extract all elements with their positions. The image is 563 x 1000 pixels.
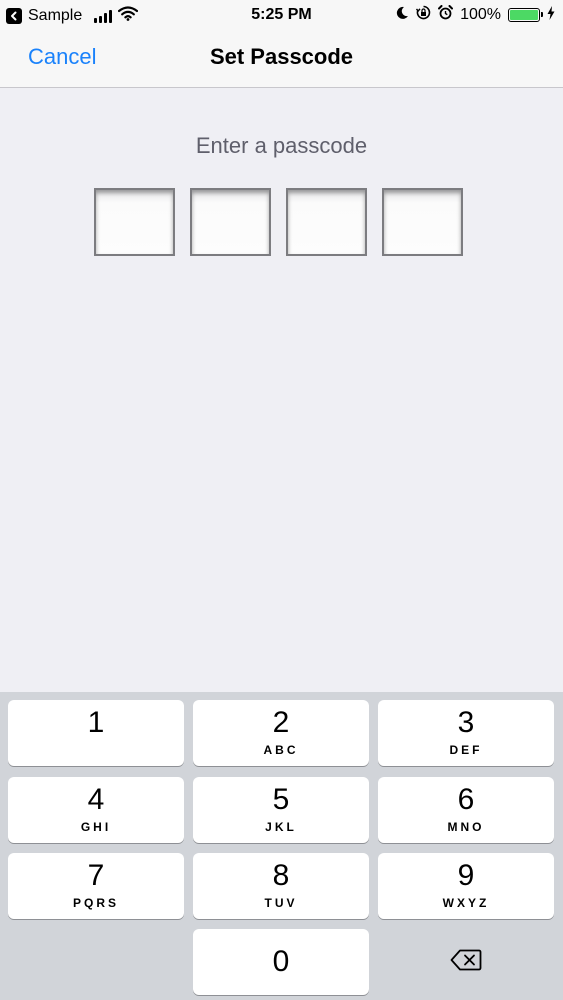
status-bar: Sample 5:25 PM 100% <box>0 0 563 30</box>
battery-icon <box>508 8 543 22</box>
do-not-disturb-icon <box>396 6 409 25</box>
key-letters: TUV <box>264 896 298 910</box>
navigation-bar: Cancel Set Passcode <box>0 30 563 88</box>
key-5[interactable]: 5 JKL <box>193 777 369 843</box>
key-letters: PQRS <box>72 896 119 910</box>
passcode-digit-box[interactable] <box>190 188 271 256</box>
passcode-digit-box[interactable] <box>286 188 367 256</box>
key-number: 3 <box>457 706 475 739</box>
key-letters: WXYZ <box>442 896 490 910</box>
delete-backspace-icon <box>450 949 482 976</box>
charging-bolt-icon <box>547 5 555 25</box>
key-letters: JKL <box>265 820 297 834</box>
key-1[interactable]: 1 <box>8 700 184 766</box>
key-8[interactable]: 8 TUV <box>193 853 369 919</box>
page-title: Set Passcode <box>209 44 354 69</box>
orientation-lock-icon <box>416 5 431 25</box>
key-2[interactable]: 2 ABC <box>193 700 369 766</box>
key-number: 7 <box>87 859 105 892</box>
key-6[interactable]: 6 MNO <box>378 777 554 843</box>
key-9[interactable]: 9 WXYZ <box>378 853 554 919</box>
passcode-fields[interactable] <box>94 188 463 256</box>
alarm-icon <box>438 5 454 25</box>
key-number: 9 <box>457 859 475 892</box>
passcode-digit-box[interactable] <box>382 188 463 256</box>
status-right-group: 100% <box>396 5 555 25</box>
delete-button[interactable] <box>378 929 554 995</box>
key-letters: GHI <box>80 820 112 834</box>
battery-percent: 100% <box>460 6 501 23</box>
key-3[interactable]: 3 DEF <box>378 700 554 766</box>
key-number: 4 <box>87 783 105 816</box>
key-number: 1 <box>87 706 105 739</box>
passcode-digit-box[interactable] <box>94 188 175 256</box>
key-number: 2 <box>272 706 290 739</box>
key-0[interactable]: 0 <box>193 929 369 995</box>
key-letters: DEF <box>449 743 483 757</box>
key-letters: MNO <box>447 820 485 834</box>
key-number: 0 <box>272 945 290 978</box>
key-4[interactable]: 4 GHI <box>8 777 184 843</box>
key-number: 8 <box>272 859 290 892</box>
passcode-prompt: Enter a passcode <box>195 133 368 158</box>
key-number: 5 <box>272 783 290 816</box>
key-letters: ABC <box>263 743 299 757</box>
key-7[interactable]: 7 PQRS <box>8 853 184 919</box>
key-number: 6 <box>457 783 475 816</box>
